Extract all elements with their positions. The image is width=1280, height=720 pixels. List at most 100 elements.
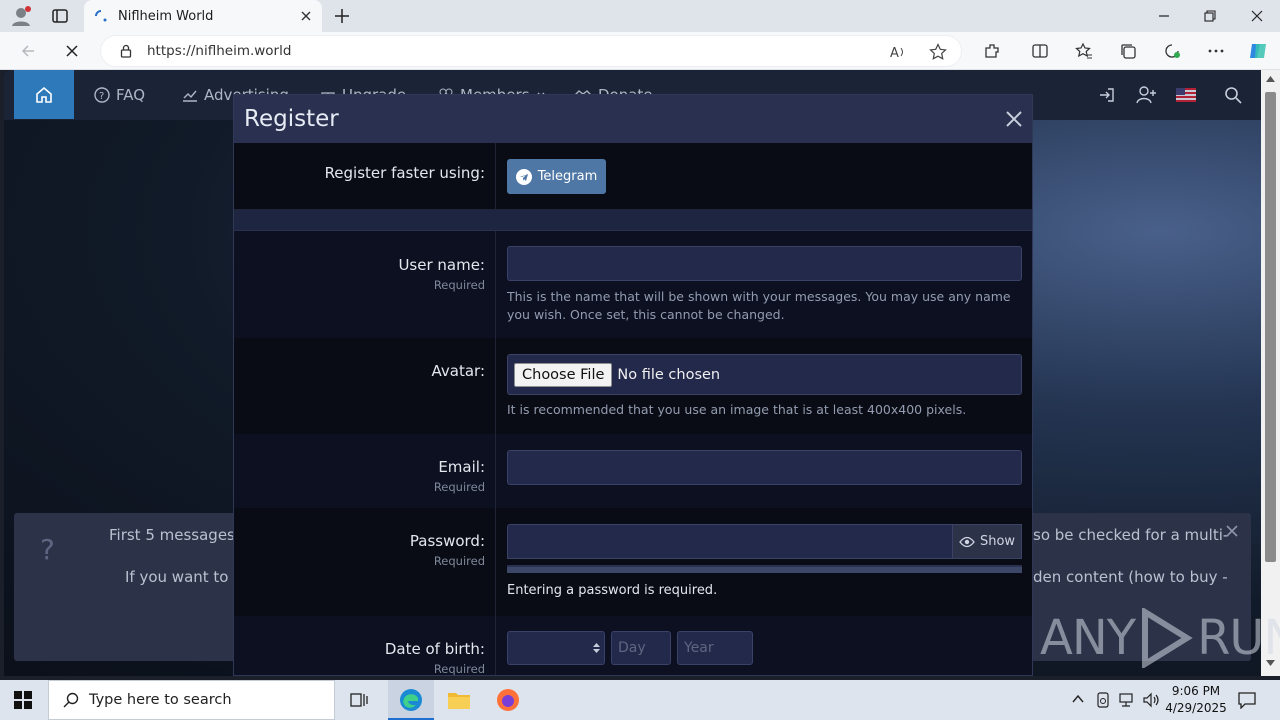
- email-label: Email:: [438, 458, 485, 476]
- anyrun-watermark: ANY RUN: [1040, 608, 1280, 668]
- extensions-icon[interactable]: [976, 35, 1008, 67]
- taskbar-clock[interactable]: 9:06 PM 4/29/2025: [1164, 683, 1228, 717]
- dismiss-notice-icon[interactable]: [1226, 525, 1238, 537]
- nav-faq-label: FAQ: [116, 86, 146, 104]
- volume-icon[interactable]: [1142, 692, 1160, 708]
- section-divider: [234, 210, 1032, 231]
- address-bar[interactable]: https://niflheim.world A: [100, 35, 962, 67]
- search-icon[interactable]: [1224, 86, 1242, 104]
- register-user-icon[interactable]: [1136, 85, 1158, 105]
- show-hidden-icons-icon[interactable]: [1072, 694, 1084, 704]
- password-label: Password:: [409, 532, 485, 550]
- close-window-icon[interactable]: [1245, 6, 1269, 26]
- clock-time: 9:06 PM: [1171, 684, 1221, 698]
- browser-tab-bar: Niflheim World: [0, 0, 1280, 32]
- avatar-file-input[interactable]: Choose File No file chosen: [507, 354, 1022, 395]
- tray-app-icon[interactable]: [1096, 692, 1110, 708]
- dob-day-placeholder: Day: [618, 640, 646, 656]
- collections-icon[interactable]: [1112, 35, 1144, 67]
- us-flag-icon[interactable]: [1176, 88, 1196, 102]
- username-row: User name: Required This is the name that…: [234, 231, 1032, 338]
- dob-label: Date of birth:: [384, 640, 485, 658]
- network-icon[interactable]: [1118, 692, 1136, 708]
- email-required: Required: [433, 480, 485, 494]
- password-required: Required: [433, 554, 485, 568]
- username-label: User name:: [398, 256, 485, 274]
- favorite-star-icon[interactable]: [929, 43, 947, 61]
- svg-text:?: ?: [99, 91, 104, 102]
- nav-faq[interactable]: ? FAQ: [94, 86, 145, 104]
- register-faster-label: Register faster using:: [324, 164, 485, 182]
- tab-niflheim-world[interactable]: Niflheim World: [84, 0, 322, 32]
- question-circle-icon: ?: [94, 87, 110, 103]
- username-hint: This is the name that will be shown with…: [507, 289, 1011, 322]
- scroll-up-icon[interactable]: [1266, 76, 1275, 82]
- play-triangle-icon: [1139, 608, 1193, 668]
- tab-title: Niflheim World: [118, 8, 214, 24]
- svg-text:A: A: [890, 46, 899, 61]
- notice-line1-left: First 5 messages f: [109, 526, 245, 544]
- new-tab-icon[interactable]: [332, 6, 352, 26]
- register-faster-row: Register faster using: Telegram: [234, 143, 1032, 210]
- avatar-hint: It is recommended that you use an image …: [507, 402, 967, 417]
- telegram-icon: [515, 168, 532, 185]
- scrollbar-thumb[interactable]: [1265, 92, 1276, 562]
- close-tab-icon[interactable]: [300, 10, 312, 22]
- minimize-icon[interactable]: [1152, 6, 1176, 26]
- chart-icon: [182, 87, 198, 103]
- task-view-icon[interactable]: [350, 691, 368, 709]
- avatar-row: Avatar: Choose File No file chosen It is…: [234, 338, 1032, 434]
- taskbar-search-placeholder: Type here to search: [89, 692, 232, 708]
- clock-date: 4/29/2025: [1165, 701, 1227, 715]
- watermark-left: ANY: [1040, 610, 1136, 666]
- choose-file-button[interactable]: Choose File: [514, 362, 613, 387]
- select-arrows-icon: [593, 642, 600, 654]
- restore-icon[interactable]: [1198, 6, 1222, 26]
- page-scrollbar[interactable]: [1261, 70, 1280, 676]
- eye-icon: [959, 536, 975, 548]
- split-screen-icon[interactable]: [1024, 35, 1056, 67]
- password-strength-meter: [507, 565, 1022, 573]
- browser-essentials-icon[interactable]: [1156, 35, 1188, 67]
- notifications-icon[interactable]: [1238, 691, 1256, 709]
- home-icon: [34, 85, 54, 105]
- read-aloud-icon[interactable]: A: [889, 43, 907, 61]
- copilot-icon[interactable]: [1242, 35, 1274, 67]
- notice-question-icon: ?: [40, 533, 55, 566]
- lock-icon[interactable]: [119, 44, 133, 58]
- favorites-icon[interactable]: [1068, 35, 1100, 67]
- browser-toolbar: https://niflheim.world A: [0, 32, 1280, 70]
- taskbar-search[interactable]: Type here to search: [48, 680, 335, 720]
- dob-day-input[interactable]: Day: [611, 631, 671, 665]
- telegram-label: Telegram: [537, 169, 598, 184]
- edge-taskbar-button[interactable]: [388, 680, 434, 720]
- no-file-chosen-text: No file chosen: [617, 366, 721, 383]
- search-icon: [63, 692, 79, 708]
- username-input[interactable]: [507, 246, 1022, 281]
- back-icon[interactable]: [12, 35, 44, 67]
- dob-year-input[interactable]: Year: [677, 631, 753, 665]
- telegram-button[interactable]: Telegram: [507, 159, 606, 194]
- stop-loading-icon[interactable]: [56, 35, 88, 67]
- home-button[interactable]: [14, 70, 74, 119]
- windows-taskbar: Type here to search 9:06 PM 4/29/2025: [0, 680, 1280, 720]
- show-password-label: Show: [979, 534, 1016, 549]
- windows-start-icon[interactable]: [14, 691, 32, 709]
- firefox-icon[interactable]: [496, 688, 520, 712]
- more-options-icon[interactable]: [1200, 35, 1232, 67]
- loading-favicon-icon: [94, 9, 108, 23]
- email-input[interactable]: [507, 450, 1022, 485]
- close-modal-icon[interactable]: [1002, 107, 1026, 131]
- dob-month-select[interactable]: [507, 631, 605, 665]
- file-explorer-icon[interactable]: [447, 689, 471, 711]
- email-row: Email: Required: [234, 434, 1032, 508]
- profile-icon[interactable]: [10, 5, 32, 27]
- login-icon[interactable]: [1098, 86, 1116, 104]
- tab-actions-icon[interactable]: [50, 6, 70, 26]
- username-required: Required: [433, 278, 485, 292]
- url-text[interactable]: https://niflheim.world: [147, 43, 291, 59]
- show-password-button[interactable]: Show: [952, 524, 1022, 559]
- password-input[interactable]: [507, 524, 1022, 559]
- watermark-right: RUN: [1197, 610, 1280, 666]
- dob-row: Date of birth: Required Day Year: [234, 616, 1032, 675]
